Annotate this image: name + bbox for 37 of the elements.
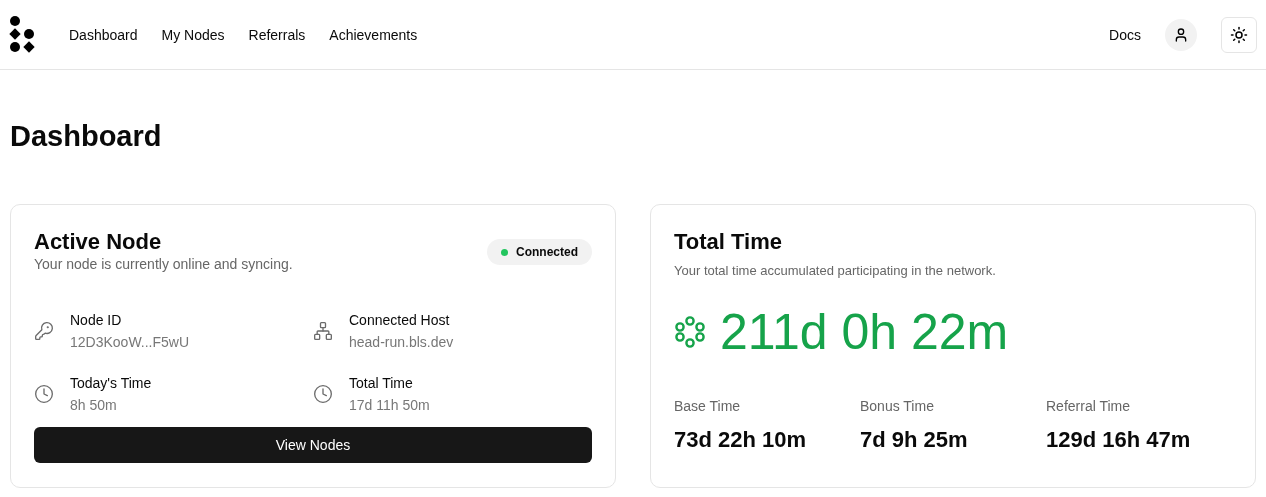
card-subtitle: Your node is currently online and syncing.: [34, 255, 293, 273]
profile-button[interactable]: [1165, 18, 1197, 51]
docs-link[interactable]: Docs: [1109, 26, 1141, 43]
sun-icon: [1230, 25, 1248, 44]
stat-value: 7d 9h 25m: [860, 427, 969, 453]
field-value: 12D3KooW...F5wU: [70, 333, 190, 352]
clock-icon: [313, 384, 333, 404]
field-label: Node ID: [70, 311, 123, 330]
page-title: Dashboard: [10, 119, 163, 154]
card-title: Active Node: [34, 229, 163, 255]
circles-icon: [674, 316, 706, 348]
nav-link[interactable]: Referrals: [248, 26, 306, 43]
status-label: Connected: [516, 245, 578, 259]
field-value: 8h 50m: [70, 396, 118, 415]
nav-link[interactable]: My Nodes: [161, 26, 225, 43]
network-icon: [313, 321, 333, 341]
stat-value: 129d 16h 47m: [1046, 427, 1192, 453]
stat-label: Referral Time: [1046, 397, 1132, 415]
total-time-value: 211d 0h 22m: [720, 303, 1009, 362]
nav-link[interactable]: Achievements: [329, 26, 418, 43]
theme-toggle-button[interactable]: [1221, 16, 1257, 53]
nav-link[interactable]: Dashboard: [69, 26, 138, 43]
card-subtitle: Your total time accumulated participating in the network.: [674, 262, 997, 280]
clock-icon: [34, 384, 54, 404]
field-value: head-run.bls.dev: [349, 333, 454, 352]
field-label: Total Time: [349, 374, 414, 393]
card-title: Total Time: [674, 229, 783, 255]
user-icon: [1173, 26, 1189, 43]
stat-label: Base Time: [674, 397, 742, 415]
logo-icon: [9, 14, 37, 55]
key-icon: [34, 321, 54, 341]
field-label: Today's Time: [70, 374, 152, 393]
stat-value: 73d 22h 10m: [674, 427, 808, 453]
view-nodes-button[interactable]: View Nodes: [34, 427, 592, 463]
field-value: 17d 11h 50m: [349, 396, 430, 415]
field-label: Connected Host: [349, 311, 451, 330]
stat-label: Bonus Time: [860, 397, 935, 415]
